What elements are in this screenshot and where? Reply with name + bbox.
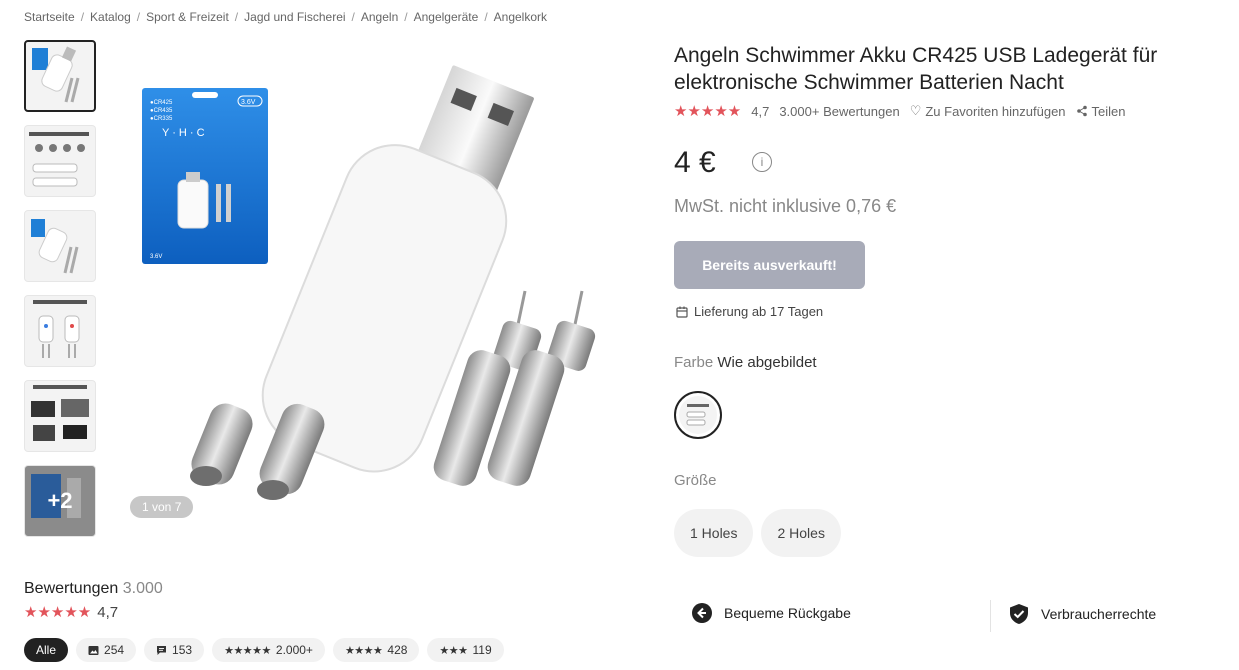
charger-pins: [190, 403, 325, 500]
size-option-1-holes[interactable]: 1 Holes: [674, 509, 754, 557]
favorite-button[interactable]: ♡ Zu Favoriten hinzufügen: [910, 103, 1066, 119]
filter-comments-count: 153: [172, 643, 193, 657]
breadcrumb-separator: /: [351, 10, 355, 24]
svg-text:3.6V: 3.6V: [150, 254, 162, 260]
feature-returns-label: Bequeme Rückgabe: [724, 605, 851, 621]
thumbnail-5-image: [31, 385, 89, 441]
svg-text:●CR335: ●CR335: [150, 116, 173, 122]
breadcrumb-separator: /: [484, 10, 488, 24]
thumbnail-list: +2: [24, 40, 96, 550]
breadcrumb-angelgeraete[interactable]: Angelgeräte: [414, 10, 479, 24]
filter-comments[interactable]: 153: [144, 638, 205, 662]
breadcrumb-separator: /: [80, 10, 85, 24]
breadcrumb: Startseite / Katalog / Sport & Freizeit / J…: [24, 10, 547, 24]
breadcrumb-separator: /: [234, 10, 239, 24]
filter-3-stars-count: 119: [472, 643, 492, 657]
package-brand-text: Y · H · C: [162, 127, 205, 139]
three-stars-icon: ★★★: [439, 644, 468, 657]
reviews-rating: ★★★★★ 4,7: [24, 603, 119, 622]
share-icon: [1076, 105, 1087, 117]
comment-icon: [157, 645, 167, 655]
filter-5-stars-count: 2.000+: [275, 643, 313, 657]
product-title: Angeln Schwimmer Akku CR425 USB Ladegerä…: [674, 44, 1158, 94]
calendar-icon: [676, 306, 688, 318]
filter-photos-count: 254: [104, 643, 125, 657]
size-label: Größe: [674, 472, 717, 489]
color-label-text: Farbe: [674, 354, 714, 371]
delivery-text: Lieferung ab 17 Tagen: [694, 304, 824, 319]
reviews-count: 3.000: [122, 580, 163, 597]
sold-out-button: Bereits ausverkauft!: [674, 241, 865, 289]
thumbnail-1-image: [32, 46, 80, 103]
color-label: Farbe Wie abgebildet: [674, 354, 817, 371]
share-label: Teilen: [1091, 103, 1126, 119]
filter-photos[interactable]: 254: [76, 638, 137, 662]
share-button[interactable]: Teilen: [1076, 104, 1126, 119]
feature-returns[interactable]: Bequeme Rückgabe: [692, 603, 851, 623]
four-stars-icon: ★★★★: [344, 644, 383, 657]
filter-4-stars-count: 428: [387, 643, 408, 657]
package-voltage-text: 3.6V: [241, 99, 256, 106]
return-arrow-icon: [692, 603, 712, 623]
thumbnail-5[interactable]: [24, 380, 96, 452]
info-icon[interactable]: i: [752, 152, 772, 172]
size-options: 1 Holes 2 Holes: [674, 509, 841, 557]
more-images-count: +2: [47, 488, 73, 513]
review-filters: Alle 254 153 ★★★★★ 2.000+ ★★★★ 428 ★★★ 1…: [24, 638, 504, 662]
vat-note: MwSt. nicht inklusive 0,76 €: [674, 196, 897, 216]
delivery-info: Lieferung ab 17 Tagen: [676, 304, 823, 319]
reviews-heading-label: Bewertungen: [24, 580, 119, 597]
package-card: ●CR425 ●CR435 ●CR335 3.6V Y · H · C 3.6V: [142, 88, 268, 264]
breadcrumb-separator: /: [136, 10, 141, 24]
thumbnail-4[interactable]: [24, 295, 96, 367]
color-swatch-image: [679, 396, 717, 434]
color-value: Wie abgebildet: [717, 354, 817, 371]
thumbnail-2[interactable]: [24, 125, 96, 197]
product-illustration: ●CR425 ●CR435 ●CR335 3.6V Y · H · C 3.6V: [142, 65, 596, 500]
image-counter: 1 von 7: [130, 496, 194, 518]
favorite-label: Zu Favoriten hinzufügen: [925, 103, 1066, 119]
breadcrumb-jagd-fischerei[interactable]: Jagd und Fischerei: [244, 10, 345, 24]
shield-check-icon: [1010, 604, 1028, 624]
thumbnail-4-image: [33, 300, 87, 358]
main-product-image[interactable]: ●CR425 ●CR435 ●CR335 3.6V Y · H · C 3.6V: [120, 44, 640, 534]
breadcrumb-angeln[interactable]: Angeln: [361, 10, 398, 24]
breadcrumb-startseite[interactable]: Startseite: [24, 10, 75, 24]
thumbnail-2-image: [29, 132, 89, 187]
filter-4-stars[interactable]: ★★★★ 428: [332, 638, 420, 662]
reviews-rating-value: 4,7: [97, 603, 119, 621]
rating-value: 4,7: [751, 103, 770, 119]
color-swatch[interactable]: [674, 391, 722, 439]
reviews-stars-icon: ★★★★★: [24, 604, 92, 621]
size-option-2-holes[interactable]: 2 Holes: [761, 509, 841, 557]
breadcrumb-angelkork[interactable]: Angelkork: [494, 10, 547, 24]
heart-icon: ♡: [909, 103, 922, 118]
breadcrumb-sport-freizeit[interactable]: Sport & Freizeit: [146, 10, 229, 24]
rating-row: ★★★★★ 4,7 3.000+ Bewertungen ♡ Zu Favori…: [674, 102, 1126, 120]
thumbnail-1[interactable]: [24, 40, 96, 112]
rating-stars-icon: ★★★★★: [674, 103, 742, 120]
filter-5-stars[interactable]: ★★★★★ 2.000+: [212, 638, 325, 662]
filter-3-stars[interactable]: ★★★ 119: [427, 638, 504, 662]
feature-consumer-label: Verbraucherrechte: [1041, 606, 1157, 622]
breadcrumb-separator: /: [404, 10, 408, 24]
svg-text:●CR425: ●CR425: [150, 100, 173, 106]
thumbnail-3-image: [31, 219, 79, 274]
reviews-heading: Bewertungen 3.000: [24, 580, 163, 598]
thumbnail-3[interactable]: [24, 210, 96, 282]
price: 4 €: [674, 146, 716, 179]
reviews-link[interactable]: 3.000+ Bewertungen: [779, 104, 899, 119]
feature-consumer-rights[interactable]: Verbraucherrechte: [1009, 603, 1156, 625]
filter-all[interactable]: Alle: [24, 638, 69, 662]
breadcrumb-katalog[interactable]: Katalog: [90, 10, 131, 24]
image-icon: [88, 645, 99, 655]
filter-all-label: Alle: [36, 643, 57, 657]
svg-text:●CR435: ●CR435: [150, 108, 173, 114]
feature-divider: [990, 600, 991, 632]
thumbnail-more[interactable]: +2: [24, 465, 96, 537]
five-stars-icon: ★★★★★: [224, 644, 271, 657]
